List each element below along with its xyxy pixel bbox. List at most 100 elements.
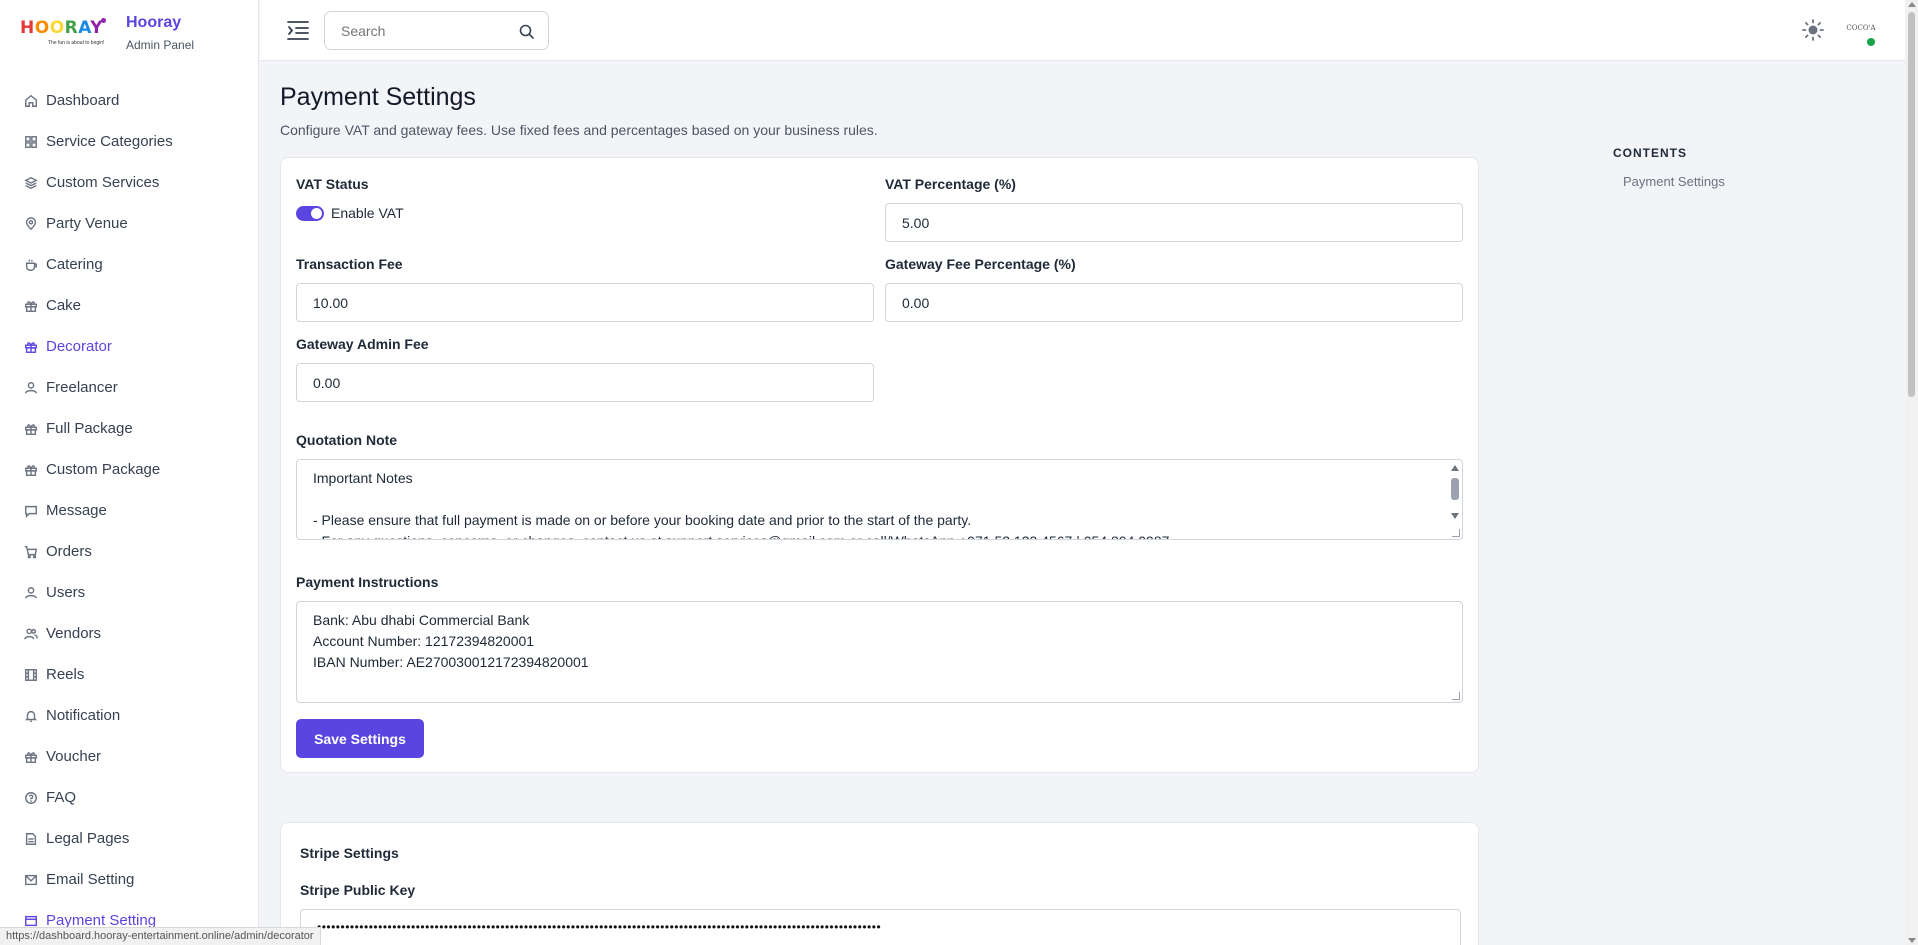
sidebar-item-label: Notification — [46, 707, 121, 724]
question-icon — [24, 791, 38, 805]
gift-icon — [24, 422, 38, 436]
scroll-up-arrow[interactable] — [1451, 465, 1459, 471]
mail-icon — [24, 873, 38, 887]
page-scrollbar[interactable] — [1905, 0, 1918, 945]
scroll-down-arrow[interactable] — [1908, 938, 1916, 943]
sun-icon[interactable] — [1802, 19, 1824, 41]
resize-handle[interactable] — [1452, 692, 1460, 700]
sidebar-item-label: Message — [46, 502, 107, 519]
home-icon — [24, 94, 38, 108]
sidebar-item-users[interactable]: Users — [0, 572, 258, 613]
sidebar: HOORAY The fun is about to begin! Hooray… — [0, 0, 259, 945]
cart-icon — [24, 545, 38, 559]
transaction-fee-input[interactable] — [296, 283, 874, 322]
resize-handle[interactable] — [1452, 529, 1460, 537]
gateway-admin-fee-input[interactable] — [296, 363, 874, 402]
sidebar-item-label: Vendors — [46, 625, 102, 642]
sidebar-item-vendors[interactable]: Vendors — [0, 613, 258, 654]
quotation-note-line: - Please ensure that full payment is mad… — [313, 512, 972, 528]
scroll-down-arrow[interactable] — [1451, 513, 1459, 519]
sidebar-item-label: Cake — [46, 297, 82, 314]
grid-icon — [24, 135, 38, 149]
stripe-settings-card: Stripe Settings Stripe Public Key ••••••… — [280, 822, 1479, 945]
user-icon — [24, 381, 38, 395]
textarea-scrollbar[interactable] — [1449, 461, 1461, 527]
menu-toggle-icon[interactable] — [286, 19, 310, 41]
sidebar-item-freelancer[interactable]: Freelancer — [0, 367, 258, 408]
brand-text: Hooray Admin Panel — [126, 14, 194, 52]
sidebar-item-decorator[interactable]: Decorator — [0, 326, 258, 367]
file-icon — [24, 832, 38, 846]
vat-percentage-label: VAT Percentage (%) — [885, 176, 1016, 192]
search-input[interactable] — [325, 12, 505, 49]
vat-status-label: VAT Status — [296, 176, 369, 192]
vat-toggle-label[interactable]: Enable VAT — [331, 205, 404, 221]
vat-percentage-input[interactable] — [885, 203, 1463, 242]
sidebar-item-label: Email Setting — [46, 871, 135, 888]
sidebar-item-notification[interactable]: Notification — [0, 695, 258, 736]
sidebar-item-catering[interactable]: Catering — [0, 244, 258, 285]
logo-tagline: The fun is about to begin! — [48, 40, 105, 46]
quotation-note-line: Important Notes — [313, 470, 413, 486]
payment-instructions-textarea[interactable]: Bank: Abu dhabi Commercial Bank Account … — [296, 601, 1463, 703]
sidebar-item-full-package[interactable]: Full Package — [0, 408, 258, 449]
quotation-note-textarea[interactable]: Important Notes - Please ensure that ful… — [296, 459, 1463, 540]
sidebar-item-legal-pages[interactable]: Legal Pages — [0, 818, 258, 859]
page-title: Payment Settings — [280, 83, 476, 111]
logo-wordmark: HOORAY — [20, 18, 104, 38]
sidebar-item-custom-package[interactable]: Custom Package — [0, 449, 258, 490]
page-description: Configure VAT and gateway fees. Use fixe… — [280, 122, 878, 138]
payment-instructions-line: Bank: Abu dhabi Commercial Bank — [313, 612, 530, 628]
sidebar-item-email-setting[interactable]: Email Setting — [0, 859, 258, 900]
quotation-note-line: - For any questions, concerns, or change… — [313, 531, 1446, 539]
stripe-public-key-input[interactable]: ••••••••••••••••••••••••••••••••••••••••… — [300, 909, 1461, 945]
sidebar-item-orders[interactable]: Orders — [0, 531, 258, 572]
chat-icon — [24, 504, 38, 518]
save-settings-button[interactable]: Save Settings — [296, 719, 424, 758]
sidebar-item-label: Reels — [46, 666, 85, 683]
layers-icon — [24, 176, 38, 190]
scroll-up-arrow[interactable] — [1908, 2, 1916, 7]
gift-icon — [24, 463, 38, 477]
search-icon[interactable] — [519, 24, 534, 39]
card-icon — [24, 914, 38, 928]
sidebar-nav: Dashboard Service Categories Custom Servic… — [0, 80, 258, 941]
vat-toggle[interactable] — [296, 206, 324, 221]
sidebar-item-service-categories[interactable]: Service Categories — [0, 121, 258, 162]
gateway-fee-percentage-input[interactable] — [885, 283, 1463, 322]
sidebar-item-custom-services[interactable]: Custom Services — [0, 162, 258, 203]
sidebar-item-label: Voucher — [46, 748, 102, 765]
stripe-section-title: Stripe Settings — [300, 845, 399, 861]
user-icon — [24, 586, 38, 600]
users-icon — [24, 627, 38, 641]
sidebar-item-reels[interactable]: Reels — [0, 654, 258, 695]
sidebar-item-label: Custom Services — [46, 174, 160, 191]
gift-icon — [24, 340, 38, 354]
payment-settings-card: VAT Status Enable VAT VAT Percentage (%)… — [280, 157, 1479, 773]
sidebar-item-dashboard[interactable]: Dashboard — [0, 80, 258, 121]
hooray-logo[interactable]: HOORAY The fun is about to begin! — [20, 14, 106, 54]
sidebar-item-voucher[interactable]: Voucher — [0, 736, 258, 777]
toc-heading: CONTENTS — [1613, 146, 1687, 160]
toc-link-payment-settings[interactable]: Payment Settings — [1623, 174, 1725, 189]
scrollbar-thumb[interactable] — [1908, 12, 1915, 397]
sidebar-item-label: Full Package — [46, 420, 133, 437]
sidebar-item-faq[interactable]: FAQ — [0, 777, 258, 818]
sidebar-item-party-venue[interactable]: Party Venue — [0, 203, 258, 244]
logo-dot — [101, 18, 106, 23]
sidebar-item-label: Catering — [46, 256, 103, 273]
sidebar-item-cake[interactable]: Cake — [0, 285, 258, 326]
sidebar-item-label: Custom Package — [46, 461, 161, 478]
map-pin-icon — [24, 216, 38, 231]
toggle-knob — [311, 208, 322, 219]
online-status-dot — [1867, 38, 1875, 46]
sidebar-item-label: Party Venue — [46, 215, 128, 232]
sidebar-item-label: Legal Pages — [46, 830, 130, 847]
sidebar-item-message[interactable]: Message — [0, 490, 258, 531]
search-box — [324, 11, 549, 50]
gateway-fee-percentage-label: Gateway Fee Percentage (%) — [885, 256, 1076, 272]
textarea-scrollbar-thumb[interactable] — [1451, 478, 1459, 500]
avatar[interactable]: COCO'A — [1845, 18, 1877, 46]
quotation-note-line — [313, 489, 1446, 510]
gift-icon — [24, 750, 38, 764]
